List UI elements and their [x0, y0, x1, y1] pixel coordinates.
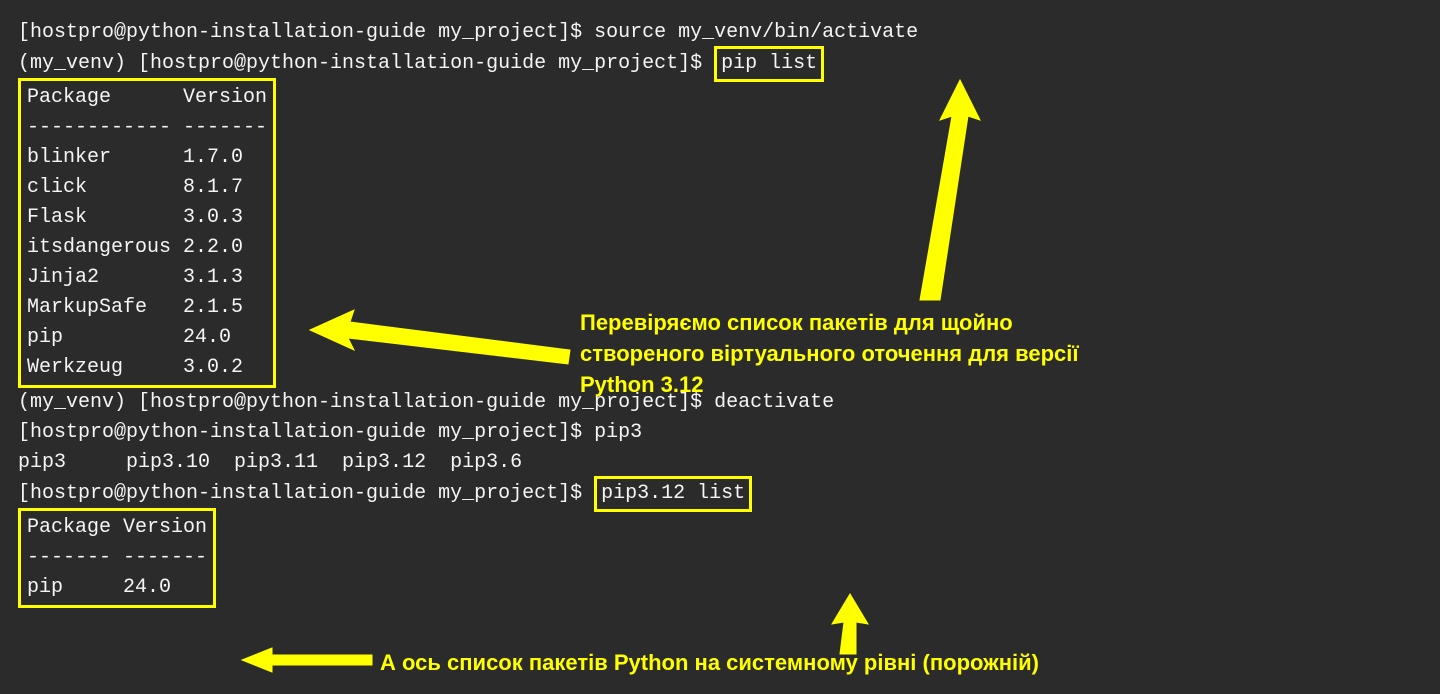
- prompt-line: [hostpro@python-installation-guide my_pr…: [18, 418, 1422, 448]
- output-line: pip3 pip3.10 pip3.11 pip3.12 pip3.6: [18, 448, 1422, 478]
- table-separator: ------------ -------: [27, 113, 267, 143]
- table-row: Werkzeug 3.0.2: [27, 353, 267, 383]
- arrow-icon: [310, 310, 570, 370]
- table-row: itsdangerous 2.2.0: [27, 233, 267, 263]
- command-text: pip3: [594, 421, 642, 444]
- arrow-icon: [850, 80, 1070, 310]
- prompt-line: (my_venv) [hostpro@python-installation-g…: [18, 48, 1422, 80]
- prompt-line: [hostpro@python-installation-guide my_pr…: [18, 18, 1422, 48]
- package-list-venv: Package Version ------------ ------- bli…: [18, 78, 276, 388]
- package-list-system: Package Version ------- ------- pip 24.0: [18, 508, 216, 608]
- table-row: Jinja2 3.1.3: [27, 263, 267, 293]
- arrow-icon: [820, 594, 880, 654]
- table-row: pip 24.0: [27, 573, 207, 603]
- table-row: pip 24.0: [27, 323, 267, 353]
- prompt: [hostpro@python-installation-guide my_pr…: [18, 21, 594, 44]
- highlighted-command: pip list: [714, 46, 824, 82]
- prompt: (my_venv) [hostpro@python-installation-g…: [18, 52, 714, 75]
- command-text: source my_venv/bin/activate: [594, 21, 918, 44]
- annotation-venv: Перевіряємо список пакетів для щойно ств…: [580, 308, 1140, 400]
- table-row: click 8.1.7: [27, 173, 267, 203]
- prompt-line: [hostpro@python-installation-guide my_pr…: [18, 478, 1422, 510]
- table-header: Package Version: [27, 513, 207, 543]
- table-row: MarkupSafe 2.1.5: [27, 293, 267, 323]
- prompt: [hostpro@python-installation-guide my_pr…: [18, 482, 594, 505]
- annotation-system: А ось список пакетів Python на системном…: [380, 648, 1200, 679]
- highlighted-command: pip3.12 list: [594, 476, 752, 512]
- table-row: Flask 3.0.3: [27, 203, 267, 233]
- arrow-icon: [242, 648, 372, 672]
- table-row: blinker 1.7.0: [27, 143, 267, 173]
- table-header: Package Version: [27, 83, 267, 113]
- prompt: [hostpro@python-installation-guide my_pr…: [18, 421, 594, 444]
- table-separator: ------- -------: [27, 543, 207, 573]
